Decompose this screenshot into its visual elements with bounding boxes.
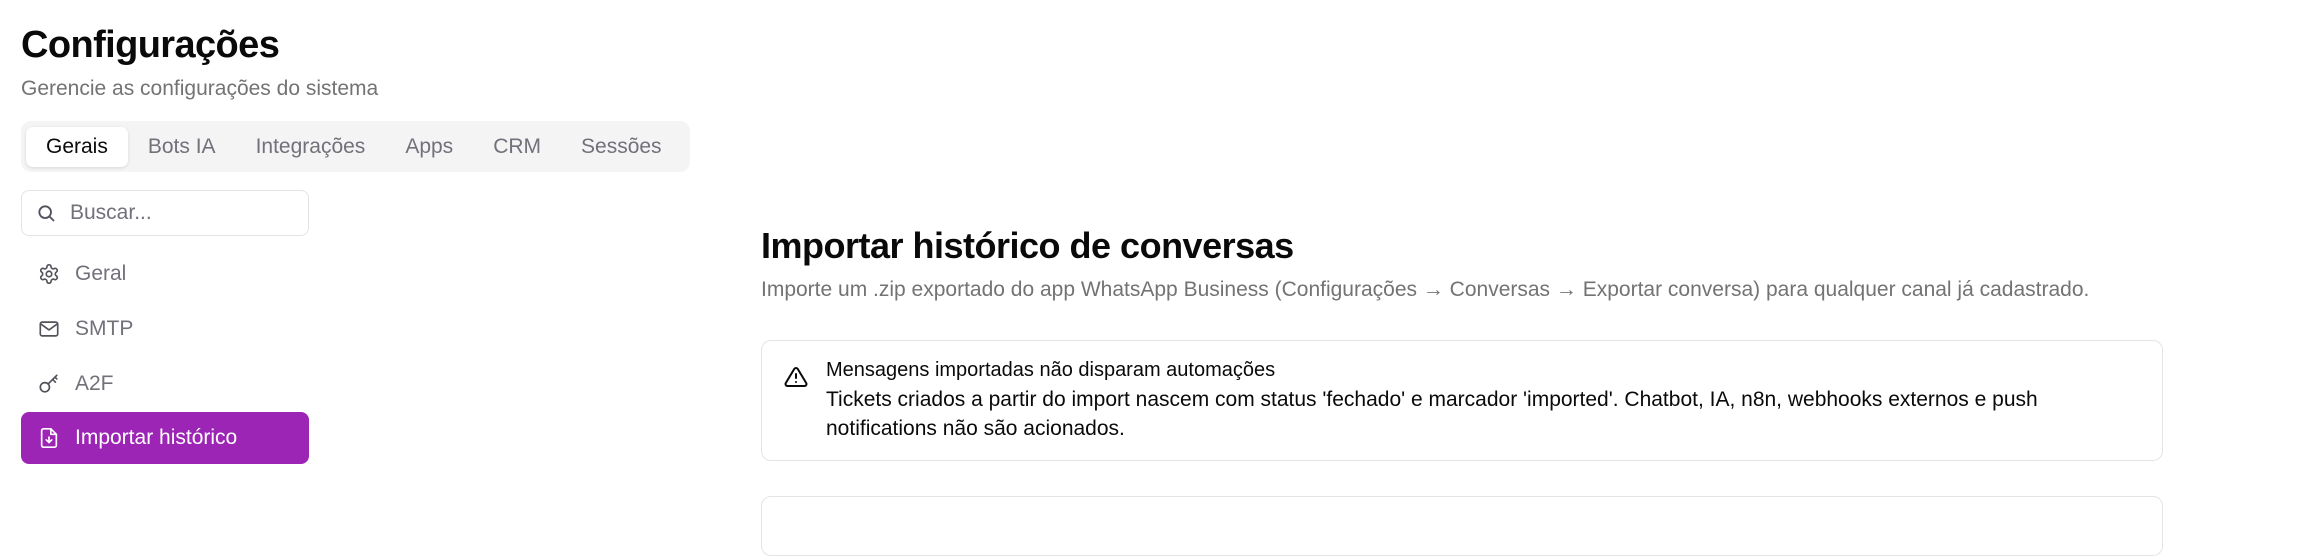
mail-icon — [37, 317, 61, 341]
sidebar-item-geral[interactable]: Geral — [21, 248, 309, 300]
page-title: Configurações — [21, 24, 280, 66]
tab-crm[interactable]: CRM — [473, 127, 561, 167]
key-icon — [37, 372, 61, 396]
import-form-card — [761, 496, 2163, 556]
file-import-icon — [37, 426, 61, 450]
sidebar-item-label: SMTP — [75, 317, 134, 340]
search-icon — [36, 203, 56, 223]
tab-integracoes[interactable]: Integrações — [236, 127, 386, 167]
tab-sessoes[interactable]: Sessões — [561, 127, 682, 167]
alert-title: Mensagens importadas não disparam automa… — [826, 359, 1276, 381]
search-box — [21, 190, 309, 236]
search-input[interactable] — [68, 200, 292, 226]
gear-icon — [37, 262, 61, 286]
sidebar-item-smtp[interactable]: SMTP — [21, 303, 309, 355]
tab-bots-ia[interactable]: Bots IA — [128, 127, 236, 167]
warning-icon — [784, 365, 810, 391]
tab-gerais[interactable]: Gerais — [26, 126, 128, 167]
sidebar-item-importar-historico[interactable]: Importar histórico — [21, 412, 309, 464]
tab-apps[interactable]: Apps — [385, 127, 473, 167]
sidebar-item-label: Importar histórico — [75, 426, 238, 449]
section-title: Importar histórico de conversas — [761, 225, 1294, 266]
alert-body: Tickets criados a partir do import nasce… — [826, 388, 2038, 440]
warning-alert: Mensagens importadas não disparam automa… — [761, 340, 2163, 461]
sidebar-item-label: Geral — [75, 262, 127, 285]
settings-tabs: Gerais Bots IA Integrações Apps CRM Sess… — [21, 121, 690, 172]
sidebar-item-label: A2F — [75, 372, 114, 395]
sidebar-item-a2f[interactable]: A2F — [21, 358, 309, 410]
page-subtitle: Gerencie as configurações do sistema — [21, 77, 379, 100]
section-description: Importe um .zip exportado do app WhatsAp… — [761, 278, 2090, 301]
